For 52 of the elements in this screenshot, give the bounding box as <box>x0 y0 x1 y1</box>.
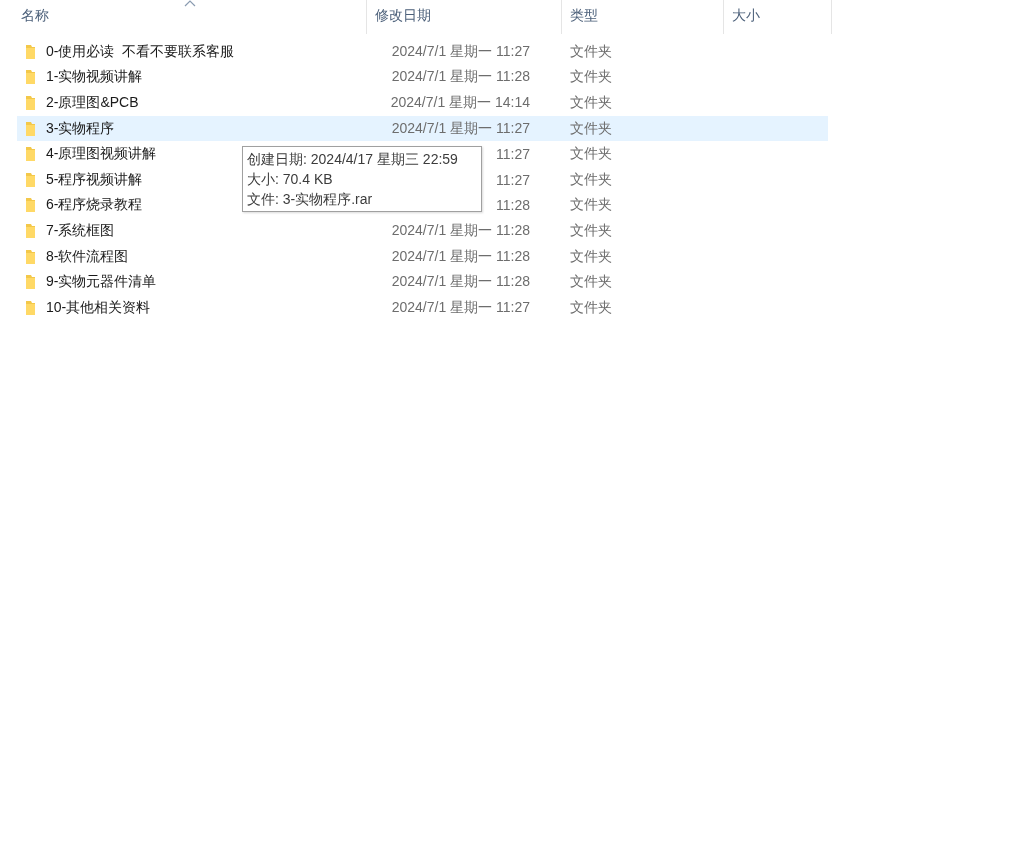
folder-icon <box>25 69 36 86</box>
file-name: 4-原理图视频讲解 <box>46 145 157 164</box>
folder-icon <box>25 299 36 316</box>
folder-icon <box>25 120 36 137</box>
file-type: 文件夹 <box>570 145 612 162</box>
folder-icon <box>25 248 36 265</box>
file-name: 9-实物元器件清单 <box>46 273 157 292</box>
file-name: 3-实物程序 <box>46 119 115 138</box>
file-type: 文件夹 <box>570 170 612 187</box>
folder-icon <box>25 197 36 214</box>
file-type: 文件夹 <box>570 247 612 264</box>
selected-file-row[interactable]: 3-实物程序 2024/7/1 星期一 11:27 文件夹 <box>17 115 828 142</box>
modified-date: 11:27 <box>496 171 530 188</box>
modified-date: 2024/7/1 星期一 11:28 <box>391 273 530 292</box>
tooltip-line: 文件: 3-实物程序.rar <box>247 190 374 209</box>
file-type: 文件夹 <box>570 298 612 315</box>
folder-icon <box>25 222 36 239</box>
modified-date: 2024/7/1 星期一 11:28 <box>391 247 530 266</box>
folder-icon <box>25 274 36 291</box>
file-name: 5-程序视频讲解 <box>46 170 143 189</box>
file-name: 0-使用必读 不看不要联系客服 <box>46 42 235 61</box>
column-header[interactable]: 名称 <box>0 0 367 34</box>
file-type: 文件夹 <box>570 273 612 290</box>
folder-icon <box>25 95 36 111</box>
file-type: 文件夹 <box>570 42 612 59</box>
file-name: 10-其他相关资料 <box>46 298 151 317</box>
modified-date: 2024/7/1 星期一 11:28 <box>391 221 530 240</box>
file-type: 文件夹 <box>570 196 612 213</box>
modified-date: 11:27 <box>496 146 530 163</box>
file-name: 6-程序烧录教程 <box>46 196 143 215</box>
tooltip-line: 大小: 70.4 KB <box>247 170 334 189</box>
file-name: 1-实物视频讲解 <box>46 68 143 87</box>
modified-date: 2024/7/1 星期一 11:27 <box>391 298 530 317</box>
file-type: 文件夹 <box>570 221 612 238</box>
column-header[interactable]: 修改日期 <box>367 0 562 34</box>
column-header[interactable]: 大小 <box>724 0 832 34</box>
file-name: 8-软件流程图 <box>46 247 129 266</box>
modified-date: 2024/7/1 星期一 14:14 <box>390 94 530 112</box>
tooltip-line: 创建日期: 2024/4/17 星期三 22:59 <box>247 150 459 169</box>
folder-icon <box>25 146 36 163</box>
column-header[interactable]: 类型 <box>562 0 724 34</box>
file-name: 7-系统框图 <box>46 221 115 240</box>
file-type: 文件夹 <box>570 94 612 110</box>
modified-date: 11:28 <box>496 197 530 214</box>
file-name: 2-原理图&PCB <box>46 94 139 112</box>
modified-date: 2024/7/1 星期一 11:27 <box>391 42 530 61</box>
modified-date: 2024/7/1 星期一 11:27 <box>391 119 530 138</box>
folder-icon <box>25 43 36 60</box>
folder-icon <box>25 171 36 188</box>
file-type: 文件夹 <box>570 68 612 85</box>
file-type: 文件夹 <box>570 119 612 136</box>
modified-date: 2024/7/1 星期一 11:28 <box>391 68 530 87</box>
